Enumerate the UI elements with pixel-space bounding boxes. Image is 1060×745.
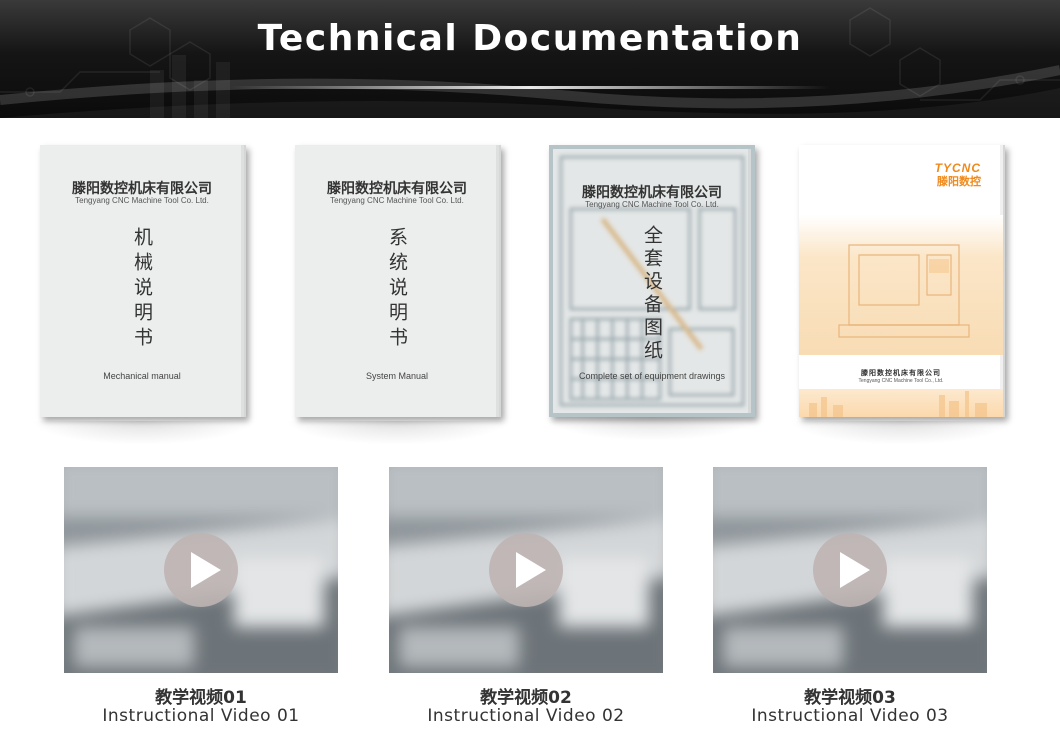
manual-title-cn-wrap: 全套设备图纸 [553,225,751,365]
company-name-en: Tengyang CNC Machine Tool Co. Ltd. [330,196,464,205]
video-card-01[interactable] [64,467,338,673]
manual-card-drawings[interactable]: 滕阳数控机床有限公司 Tengyang CNC Machine Tool Co.… [543,145,761,441]
company-name-cn: 滕阳数控机床有限公司 [861,369,941,377]
manual-card-system[interactable]: 滕阳数控机床有限公司 Tengyang CNC Machine Tool Co.… [285,145,509,445]
city-skyline-graphic [799,389,1003,417]
play-icon [840,552,870,588]
manual-card-catalog[interactable]: TYCNC 滕阳数控 滕阳数控机床有限公司 Tengyang CNC Machi… [789,145,1013,445]
video-card-03[interactable] [713,467,987,673]
machine-illustration [799,215,1003,355]
brand-logo-cn: 滕阳数控 [937,175,981,188]
header-banner: Technical Documentation [0,0,1060,118]
play-button[interactable] [489,533,563,607]
video-title-cn: 教学视频02 [480,688,572,708]
manual-title-cn: 机械说明书 [131,227,153,352]
manual-title-cn-wrap: 机械说明书 [40,227,244,367]
video-title-en: Instructional Video 03 [751,706,949,726]
video-title-en: Instructional Video 01 [102,706,300,726]
manual-title-en: Complete set of equipment drawings [578,371,726,381]
play-button[interactable] [164,533,238,607]
company-name-cn: 滕阳数控机床有限公司 [72,181,212,197]
video-title-cn: 教学视频01 [155,688,247,708]
video-title-en: Instructional Video 02 [427,706,625,726]
company-name-en: Tengyang CNC Machine Tool Co., Ltd. [858,378,944,384]
play-icon [191,552,221,588]
manual-title-cn: 系统说明书 [386,227,408,352]
video-title-cn: 教学视频03 [804,688,896,708]
company-name-cn: 滕阳数控机床有限公司 [582,185,722,201]
manual-title-en: Mechanical manual [103,371,181,381]
company-name-en: Tengyang CNC Machine Tool Co. Ltd. [585,200,719,209]
manual-title-cn: 全套设备图纸 [641,225,663,363]
video-card-02[interactable] [389,467,663,673]
company-name-en: Tengyang CNC Machine Tool Co. Ltd. [75,196,209,205]
manual-card-mechanical[interactable]: 滕阳数控机床有限公司 Tengyang CNC Machine Tool Co.… [30,145,254,445]
play-icon [516,552,546,588]
cnc-machine-graphic [838,244,970,338]
skyline-icon [809,391,987,417]
page-title: Technical Documentation [257,18,803,59]
manual-title-cn-wrap: 系统说明书 [295,227,499,367]
play-button[interactable] [813,533,887,607]
title-underline [230,86,830,89]
manual-title-en: System Manual [365,371,429,381]
company-name-cn: 滕阳数控机床有限公司 [327,181,467,197]
